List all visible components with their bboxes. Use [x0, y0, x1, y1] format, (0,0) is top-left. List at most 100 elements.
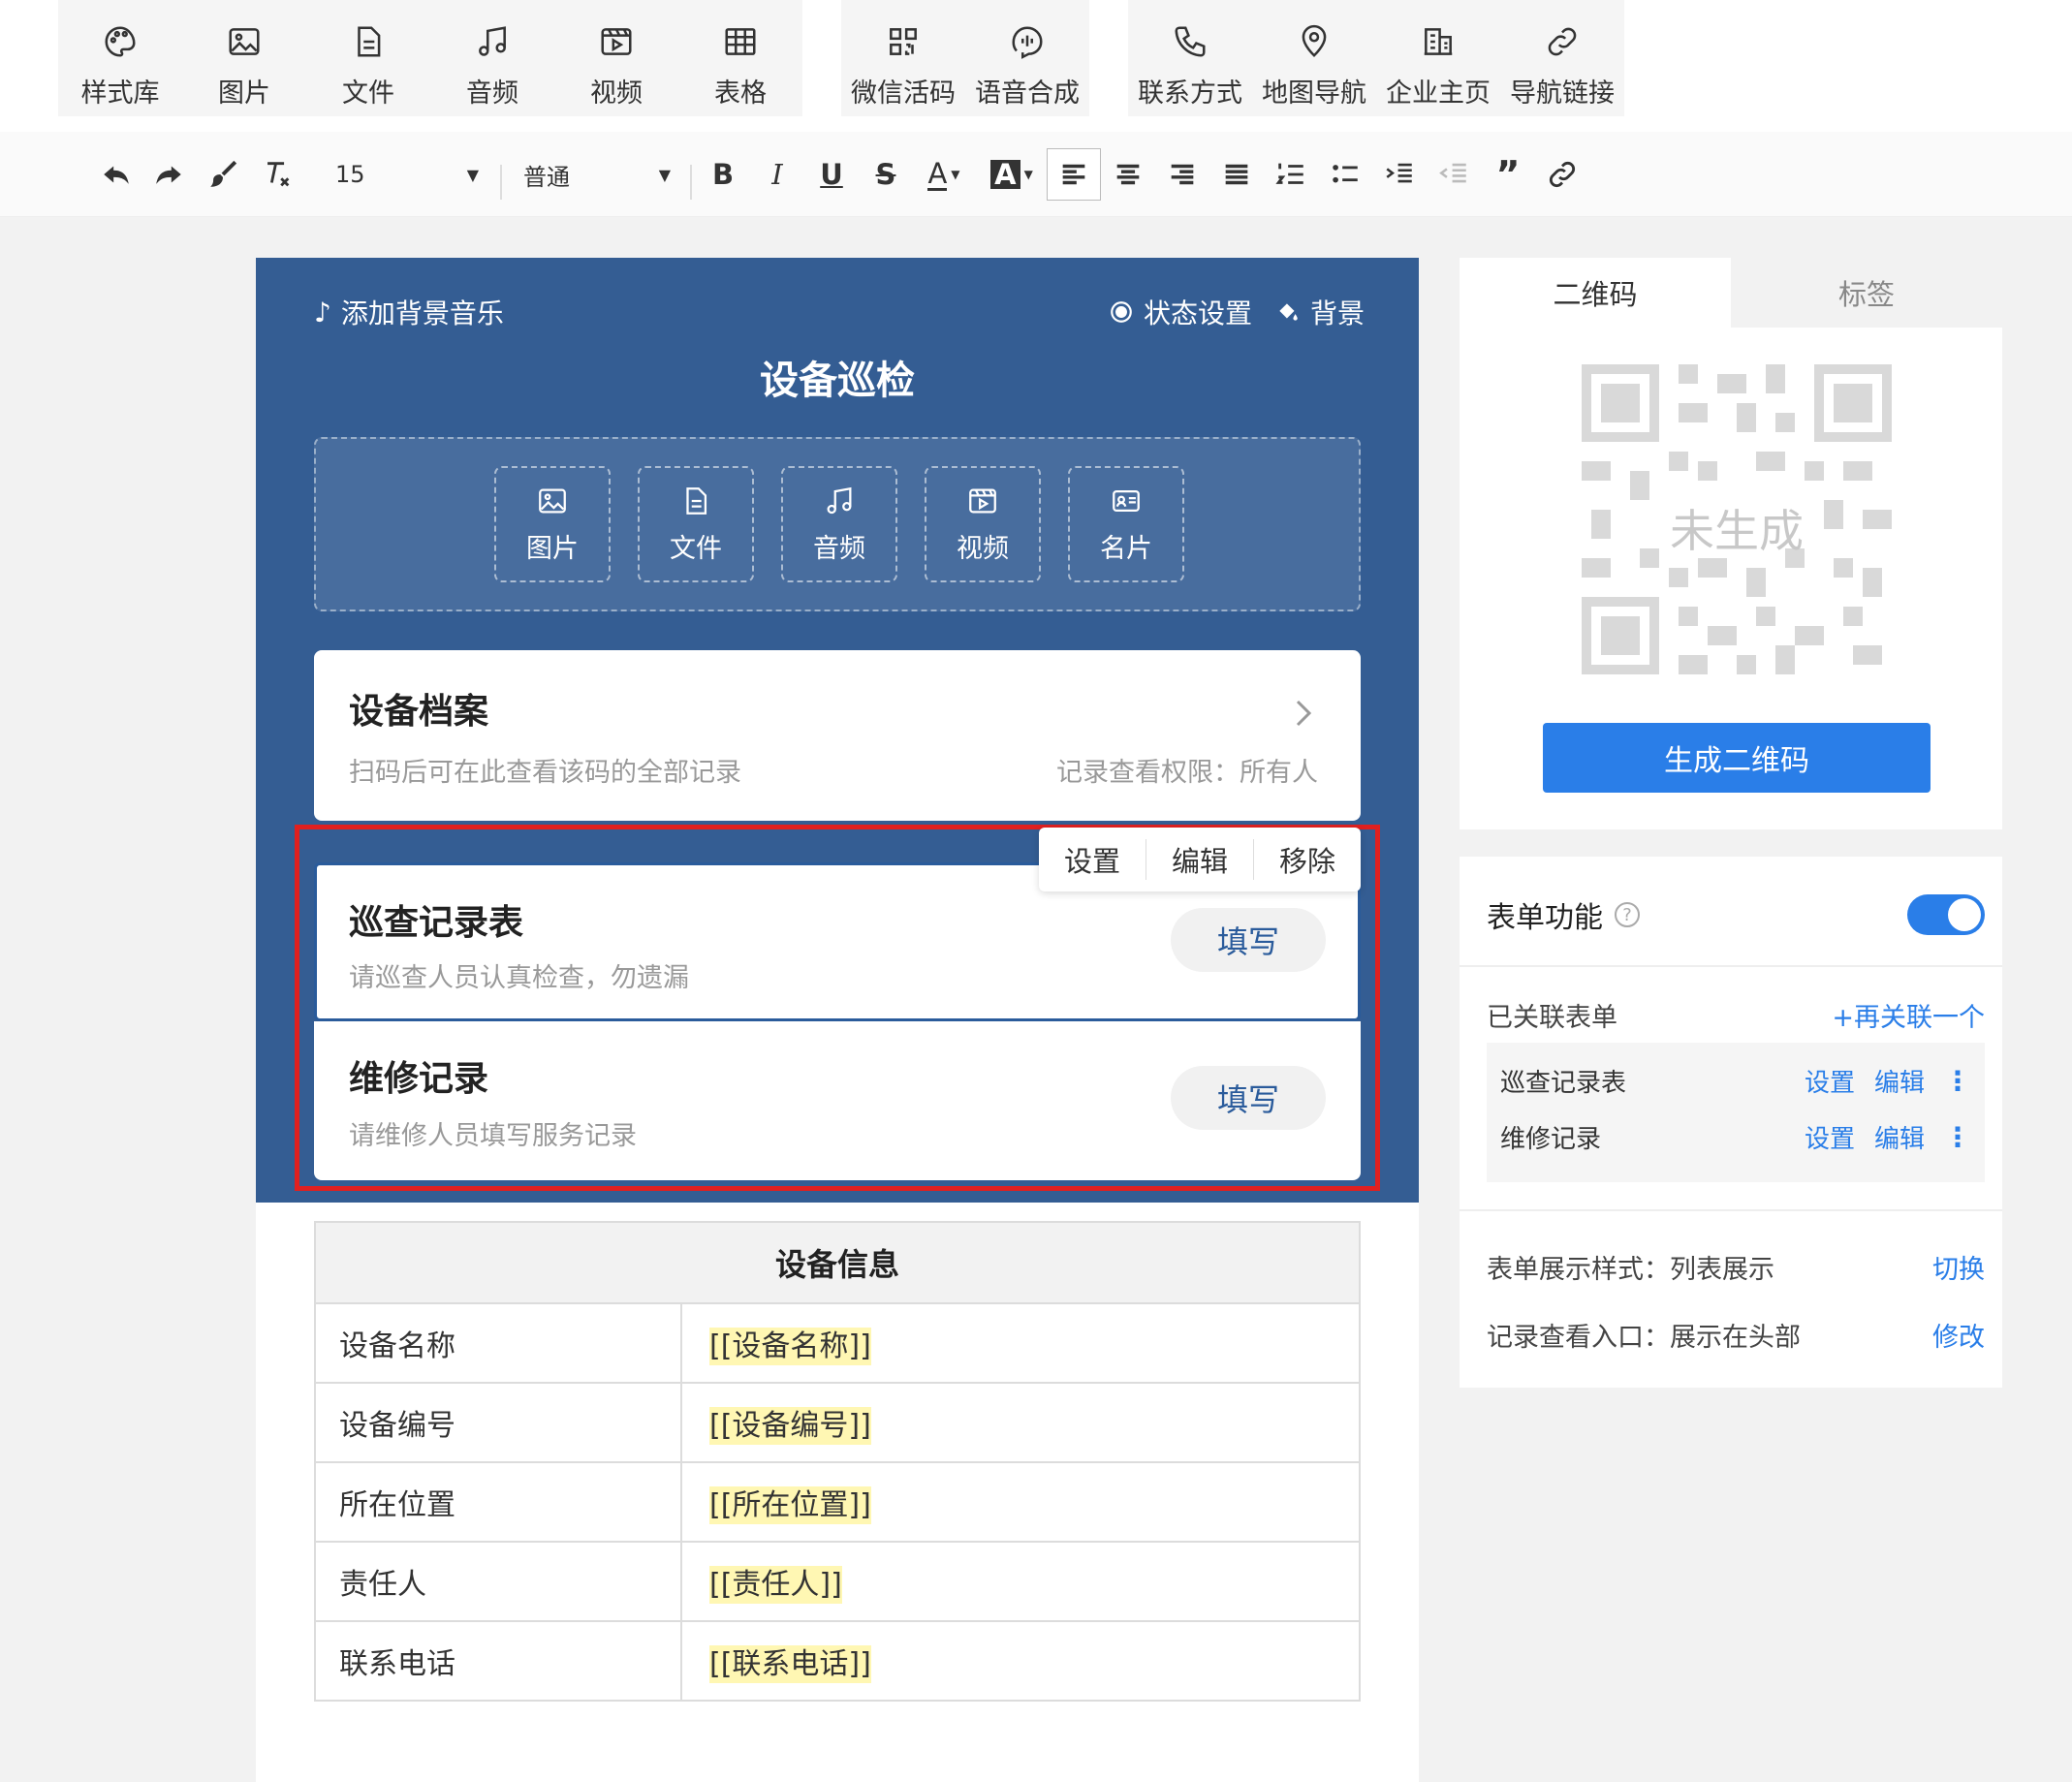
more-vertical-icon[interactable]: ⋮	[1944, 1065, 1971, 1097]
italic-button[interactable]: I	[756, 151, 799, 198]
list-item: 巡查记录表 设置 编辑 ⋮	[1500, 1056, 1971, 1105]
qrcode-panel: 二维码 标签 未生成 生成二维码	[1460, 258, 2002, 829]
table-key-cell[interactable]: 设备编号	[314, 1382, 682, 1463]
tab-label[interactable]: 标签	[1731, 258, 2002, 328]
divider	[1460, 1209, 2002, 1211]
align-center-button[interactable]	[1107, 151, 1149, 198]
table-key-cell[interactable]: 设备名称	[314, 1302, 682, 1384]
file-icon	[686, 486, 707, 515]
strikethrough-button[interactable]: S	[864, 151, 907, 198]
linked-form-settings-button[interactable]: 设置	[1805, 1119, 1855, 1155]
list-item: 维修记录 设置 编辑 ⋮	[1500, 1112, 1971, 1161]
align-right-button[interactable]	[1161, 151, 1204, 198]
font-color-button[interactable]: A ▼	[917, 151, 971, 198]
toolbar-label: 视频	[590, 78, 643, 109]
indent-button[interactable]	[1378, 151, 1421, 198]
align-left-button[interactable]	[1047, 148, 1101, 201]
more-vertical-icon[interactable]: ⋮	[1944, 1121, 1971, 1153]
outdent-button[interactable]	[1432, 151, 1475, 198]
toolbar-company-page-button[interactable]: 企业主页	[1376, 0, 1500, 116]
table-value-cell[interactable]: [[所在位置]]	[680, 1461, 1361, 1543]
font-color-icon: A	[927, 156, 948, 191]
justify-button[interactable]	[1215, 151, 1258, 198]
linked-form-edit-button[interactable]: 编辑	[1874, 1119, 1925, 1155]
fill-button[interactable]: 填写	[1171, 1066, 1326, 1130]
toolbar-table-button[interactable]: 表格	[678, 0, 802, 116]
radio-dot-icon	[1111, 301, 1132, 323]
quote-button[interactable]: ”	[1487, 151, 1529, 198]
toolbar-nav-link-button[interactable]: 导航链接	[1500, 0, 1624, 116]
menu-item-settings[interactable]: 设置	[1039, 839, 1146, 880]
table-value-cell[interactable]: [[设备名称]]	[680, 1302, 1361, 1384]
clear-format-button[interactable]	[256, 151, 298, 198]
table-key-cell[interactable]: 联系电话	[314, 1620, 682, 1702]
form-subtitle: 请维修人员填写服务记录	[349, 1121, 637, 1151]
bold-button[interactable]: B	[702, 151, 744, 198]
menu-item-edit[interactable]: 编辑	[1146, 839, 1254, 880]
table-key-cell[interactable]: 所在位置	[314, 1461, 682, 1543]
paint-bucket-icon	[1279, 303, 1298, 321]
archive-title: 设备档案	[349, 692, 489, 732]
add-linked-form-button[interactable]: +再关联一个	[1832, 996, 1985, 1034]
device-info-table[interactable]: 设备信息 设备名称 [[设备名称]] 设备编号 [[设备编号]] 所在位置 [[所在位…	[314, 1221, 1361, 1702]
toolbar-label: 联系方式	[1138, 78, 1242, 109]
status-setting-button[interactable]: 状态设置	[1109, 293, 1252, 331]
toolbar-audio-button[interactable]: 音频	[430, 0, 554, 116]
highlight-icon: A	[990, 160, 1020, 189]
highlight-color-button[interactable]: A ▼	[985, 151, 1039, 198]
image-icon	[539, 488, 566, 513]
chevron-down-icon: ▼	[658, 165, 671, 184]
table-key-cell[interactable]: 责任人	[314, 1541, 682, 1622]
toolbar-image-button[interactable]: 图片	[182, 0, 306, 116]
qr-not-generated-text: 未生成	[1670, 505, 1804, 557]
media-image-button[interactable]: 图片	[494, 466, 611, 582]
tab-qrcode[interactable]: 二维码	[1460, 258, 1731, 328]
redo-button[interactable]	[147, 151, 190, 198]
help-icon[interactable]: ?	[1615, 902, 1640, 927]
page-title[interactable]: 设备巡检	[256, 349, 1419, 405]
toolbar-group-basic: 样式库 图片 文件 音频 视频 表格	[58, 0, 802, 116]
background-button[interactable]: 背景	[1275, 293, 1365, 331]
table-row: 联系电话 [[联系电话]]	[314, 1620, 1361, 1702]
toolbar-voice-synthesis-button[interactable]: 语音合成	[965, 0, 1089, 116]
table-value-cell[interactable]: [[联系电话]]	[680, 1620, 1361, 1702]
format-painter-button[interactable]	[202, 151, 244, 198]
chevron-right-icon	[1296, 700, 1312, 727]
media-label: 名片	[1100, 533, 1152, 564]
font-size-select[interactable]: 15 ▼	[320, 151, 494, 198]
clear-format-icon	[267, 162, 290, 187]
underline-button[interactable]: U	[810, 151, 853, 198]
menu-item-remove[interactable]: 移除	[1254, 839, 1361, 880]
modify-record-entry-button[interactable]: 修改	[1932, 1316, 1985, 1354]
generate-qrcode-button[interactable]: 生成二维码	[1543, 723, 1931, 793]
linked-form-settings-button[interactable]: 设置	[1805, 1063, 1855, 1099]
add-bg-music-button[interactable]: ♪ 添加背景音乐	[314, 293, 504, 331]
media-file-button[interactable]: 文件	[638, 466, 754, 582]
toolbar-file-button[interactable]: 文件	[306, 0, 430, 116]
undo-button[interactable]	[95, 151, 138, 198]
qr-placeholder: 未生成	[1582, 364, 1892, 674]
table-value-cell[interactable]: [[责任人]]	[680, 1541, 1361, 1622]
ordered-list-button[interactable]	[1270, 151, 1312, 198]
placeholder-variable: [[设备名称]]	[709, 1328, 871, 1365]
form-card-repair[interactable]: 维修记录 请维修人员填写服务记录 填写	[314, 1021, 1361, 1180]
bullet-list-button[interactable]	[1324, 151, 1366, 198]
toolbar-style-library-button[interactable]: 样式库	[58, 0, 182, 116]
toggle-knob	[1948, 898, 1981, 931]
toolbar-map-button[interactable]: 地图导航	[1252, 0, 1376, 116]
toolbar-contact-button[interactable]: 联系方式	[1128, 0, 1252, 116]
fill-button[interactable]: 填写	[1171, 908, 1326, 972]
toolbar-video-button[interactable]: 视频	[554, 0, 678, 116]
media-video-button[interactable]: 视频	[925, 466, 1041, 582]
media-card-button[interactable]: 名片	[1068, 466, 1184, 582]
table-value-cell[interactable]: [[设备编号]]	[680, 1382, 1361, 1463]
switch-display-style-button[interactable]: 切换	[1932, 1248, 1985, 1286]
toolbar-wechat-code-button[interactable]: 微信活码	[841, 0, 965, 116]
archive-card[interactable]: 设备档案 扫码后可在此查看该码的全部记录 记录查看权限：所有人	[314, 650, 1361, 821]
media-audio-button[interactable]: 音频	[781, 466, 897, 582]
paragraph-style-select[interactable]: 普通 ▼	[510, 151, 684, 198]
quote-icon: ”	[1495, 153, 1521, 196]
insert-link-button[interactable]	[1541, 151, 1584, 198]
linked-form-edit-button[interactable]: 编辑	[1874, 1063, 1925, 1099]
form-feature-toggle[interactable]	[1907, 894, 1985, 935]
